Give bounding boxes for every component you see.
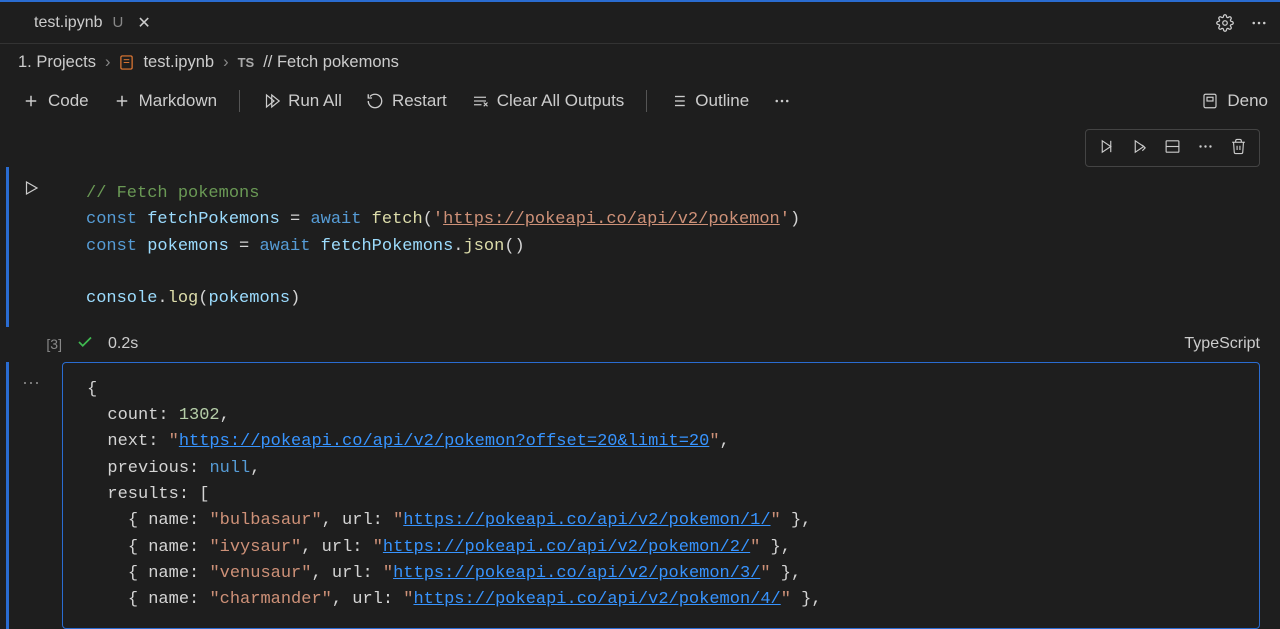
- kernel-selector[interactable]: Deno: [1201, 91, 1268, 111]
- notebook-toolbar: Code Markdown Run All Restart Clear All …: [0, 81, 1280, 125]
- notebook-icon: [119, 55, 134, 70]
- execution-time: 0.2s: [108, 335, 138, 353]
- run-cell-button[interactable]: [22, 179, 40, 200]
- separator: [239, 90, 240, 112]
- output-more-icon[interactable]: ···: [22, 372, 40, 629]
- more-icon[interactable]: [1250, 14, 1268, 32]
- clear-outputs-button[interactable]: Clear All Outputs: [461, 85, 635, 117]
- code-editor[interactable]: // Fetch pokemons const fetchPokemons = …: [62, 167, 1260, 327]
- chevron-right-icon: ›: [105, 53, 111, 72]
- cell-more-icon[interactable]: [1197, 138, 1214, 158]
- breadcrumb: 1. Projects › test.ipynb › TS // Fetch p…: [0, 44, 1280, 81]
- run-below-icon[interactable]: [1131, 138, 1148, 158]
- restart-button[interactable]: Restart: [356, 85, 457, 117]
- breadcrumb-cell[interactable]: // Fetch pokemons: [263, 53, 399, 72]
- run-cell-icon[interactable]: [1098, 138, 1115, 158]
- code-cell: // Fetch pokemons const fetchPokemons = …: [0, 167, 1280, 327]
- tab-modified-status: U: [112, 14, 123, 31]
- output-body[interactable]: { count: 1302, next: "https://pokeapi.co…: [62, 362, 1260, 629]
- cell-language[interactable]: TypeScript: [1184, 335, 1260, 353]
- close-icon[interactable]: ✕: [137, 13, 150, 33]
- editor-tab[interactable]: test.ipynb U ✕: [12, 3, 165, 43]
- split-cell-icon[interactable]: [1164, 138, 1181, 158]
- outline-button[interactable]: Outline: [659, 85, 759, 117]
- separator: [646, 90, 647, 112]
- run-all-button[interactable]: Run All: [252, 85, 352, 117]
- chevron-right-icon: ›: [223, 53, 229, 72]
- breadcrumb-root[interactable]: 1. Projects: [18, 53, 96, 72]
- more-toolbar-icon[interactable]: [763, 86, 801, 116]
- cell-action-toolbar: [0, 125, 1280, 167]
- trash-icon[interactable]: [1230, 138, 1247, 158]
- title-bar: test.ipynb U ✕: [0, 0, 1280, 44]
- output-cell: ··· { count: 1302, next: "https://pokeap…: [0, 362, 1280, 629]
- add-markdown-button[interactable]: Markdown: [103, 85, 227, 117]
- add-code-button[interactable]: Code: [12, 85, 99, 117]
- execution-count: [3]: [22, 336, 62, 352]
- tab-filename: test.ipynb: [34, 14, 102, 32]
- cell-status-row: [3] 0.2s TypeScript: [0, 327, 1280, 362]
- breadcrumb-file[interactable]: test.ipynb: [143, 53, 214, 72]
- typescript-badge: TS: [238, 55, 255, 70]
- success-check-icon: [76, 333, 94, 356]
- gear-icon[interactable]: [1216, 14, 1234, 32]
